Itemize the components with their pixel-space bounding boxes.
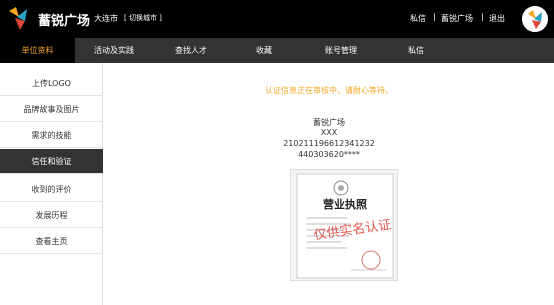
nav-item-favorites[interactable]: 收藏 — [228, 38, 300, 63]
messages-link[interactable]: 私信 — [410, 13, 426, 24]
divider: | — [481, 12, 484, 21]
sidebar-item-required-skills[interactable]: 需求的技能 — [0, 123, 103, 148]
sidebar-item-upload-logo[interactable]: 上传LOGO — [0, 71, 103, 96]
top-header: 蓄锐广场 大连市 [ 切换城市 ] 私信 | 蓄锐广场 | 退出 — [0, 0, 554, 38]
main-nav: 单位资料 活动及实践 查找人才 收藏 账号管理 私信 — [0, 38, 554, 63]
license-title: 营业执照 — [323, 197, 367, 211]
id-number: 210211196612341232 — [283, 139, 375, 148]
verification-panel: 认证信息正在审核中，请耐心等待。 蓄锐广场 XXX 21021119661234… — [104, 63, 554, 305]
sidebar: 上传LOGO 品牌故事及图片 需求的技能 信任和验证 收到的评价 发展历程 查看… — [0, 63, 103, 305]
logout-link[interactable]: 退出 — [489, 13, 505, 24]
review-notice: 认证信息正在审核中，请耐心等待。 — [265, 86, 393, 95]
license-document-icon: 营业执照 仅供实名认证 — [296, 173, 394, 279]
sidebar-item-history[interactable]: 发展历程 — [0, 203, 103, 228]
switch-city-link[interactable]: [ 切换城市 ] — [124, 13, 162, 23]
bird-logo-icon[interactable] — [7, 5, 31, 31]
bird-avatar-icon — [522, 6, 548, 32]
organization-name: 蓄锐广场 — [313, 118, 345, 127]
user-name-link[interactable]: 蓄锐广场 — [441, 13, 473, 24]
sidebar-item-brand-story[interactable]: 品牌故事及图片 — [0, 97, 103, 122]
license-number: 440303620**** — [298, 150, 360, 159]
divider: | — [433, 12, 436, 21]
nav-item-organization-info[interactable]: 单位资料 — [0, 38, 75, 63]
nav-item-messages[interactable]: 私信 — [380, 38, 452, 63]
sidebar-item-trust-verification[interactable]: 信任和验证 — [0, 149, 103, 174]
sidebar-item-reviews[interactable]: 收到的评价 — [0, 177, 103, 202]
brand-name[interactable]: 蓄锐广场 — [38, 10, 90, 29]
current-city: 大连市 — [94, 14, 118, 23]
avatar[interactable] — [522, 6, 548, 32]
business-license-image[interactable]: 营业执照 仅供实名认证 — [290, 169, 398, 281]
nav-item-account[interactable]: 账号管理 — [302, 38, 380, 63]
nav-item-activities[interactable]: 活动及实践 — [78, 38, 150, 63]
sidebar-item-view-homepage[interactable]: 查看主页 — [0, 229, 103, 254]
contact-name: XXX — [320, 128, 338, 137]
nav-item-find-talent[interactable]: 查找人才 — [155, 38, 227, 63]
